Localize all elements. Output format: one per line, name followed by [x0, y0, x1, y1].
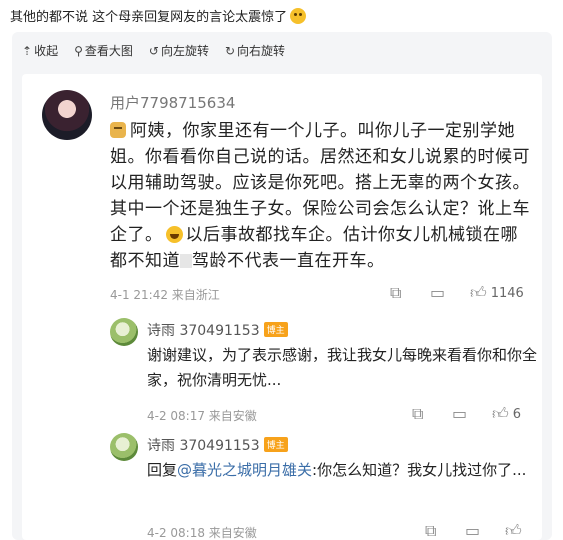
collapse-button[interactable]: ⇡ 收起: [22, 42, 58, 59]
comment-icon: ▭: [452, 404, 468, 423]
share-icon: ⧉: [425, 521, 437, 540]
comment-button[interactable]: ▭: [452, 404, 467, 423]
comment-text: 阿姨，你家里还有一个儿子。叫你儿子一定别学她姐。你看看你自己说的话。居然还和女儿…: [110, 121, 530, 271]
share-icon: ⧉: [412, 404, 424, 423]
comment-icon: ▭: [465, 521, 481, 540]
comment-icon: ▭: [430, 283, 446, 302]
collapse-icon: ⇡: [22, 43, 33, 58]
reply-username[interactable]: 诗雨 370491153 博主: [147, 320, 288, 340]
share-icon: ⧉: [390, 283, 402, 302]
reply-username[interactable]: 诗雨 370491153 博主: [147, 435, 288, 455]
thumbs-up-icon: 👍︎: [492, 404, 509, 423]
like-count: 1146: [490, 285, 524, 301]
rotate-right-button[interactable]: ↻ 向右旋转: [225, 42, 285, 59]
view-large-button[interactable]: ⚲ 查看大图: [74, 42, 133, 59]
comment-meta: 4-1 21:42 来自浙江: [110, 288, 220, 302]
avatar[interactable]: [42, 90, 92, 140]
like-button[interactable]: 👍︎ 6: [492, 404, 521, 424]
repost-button[interactable]: ⧉: [390, 283, 401, 303]
author-badge: 博主: [263, 322, 288, 337]
magnifier-icon: ⚲: [74, 43, 83, 58]
reply-text: 回复@暮光之城明月雄关:你怎么知道？我女儿找过你了...: [147, 461, 527, 479]
rotate-left-button[interactable]: ↺ 向左旋转: [149, 42, 209, 59]
rotate-right-icon: ↻: [224, 43, 236, 58]
repost-button[interactable]: ⧉: [412, 404, 423, 424]
comment-username[interactable]: 用户7798715634: [110, 92, 235, 113]
comment-button[interactable]: ▭: [430, 283, 445, 302]
thumbs-up-icon: 👍︎: [505, 521, 522, 540]
redaction-mark: [180, 254, 192, 268]
like-button[interactable]: 👍︎ 1146: [470, 283, 524, 303]
like-button[interactable]: 👍︎: [505, 521, 522, 540]
grin-emoji-icon: [290, 8, 307, 24]
post-caption: 其他的都不说 这个母亲回复网友的言论太震惊了: [10, 6, 307, 25]
like-count: 6: [512, 406, 522, 422]
laugh-cry-emoji-icon: [165, 226, 183, 243]
image-toolbar: ⇡ 收起 ⚲ 查看大图 ↺ 向左旋转 ↻ 向右旋转: [22, 42, 285, 59]
avatar[interactable]: [110, 433, 138, 461]
reply-meta: 4-2 08:18 来自安徽: [147, 526, 257, 540]
reply-meta: 4-2 08:17 来自安徽: [147, 409, 257, 423]
mention-link[interactable]: @暮光之城明月雄关: [177, 461, 312, 479]
thumbs-up-icon: 👍︎: [470, 283, 487, 302]
rotate-left-icon: ↺: [148, 43, 159, 58]
author-badge: 博主: [263, 437, 288, 452]
avatar[interactable]: [110, 318, 138, 346]
reply-text: 谢谢建议，为了表示感谢，我让我女儿每晚来看看你和你全家，祝你清明无忧...: [147, 346, 538, 389]
doge-emoji-icon: [110, 122, 126, 138]
repost-button[interactable]: ⧉: [425, 521, 436, 540]
comment-button[interactable]: ▭: [465, 521, 480, 540]
caption-text: 其他的都不说 这个母亲回复网友的言论太震惊了: [10, 10, 288, 25]
